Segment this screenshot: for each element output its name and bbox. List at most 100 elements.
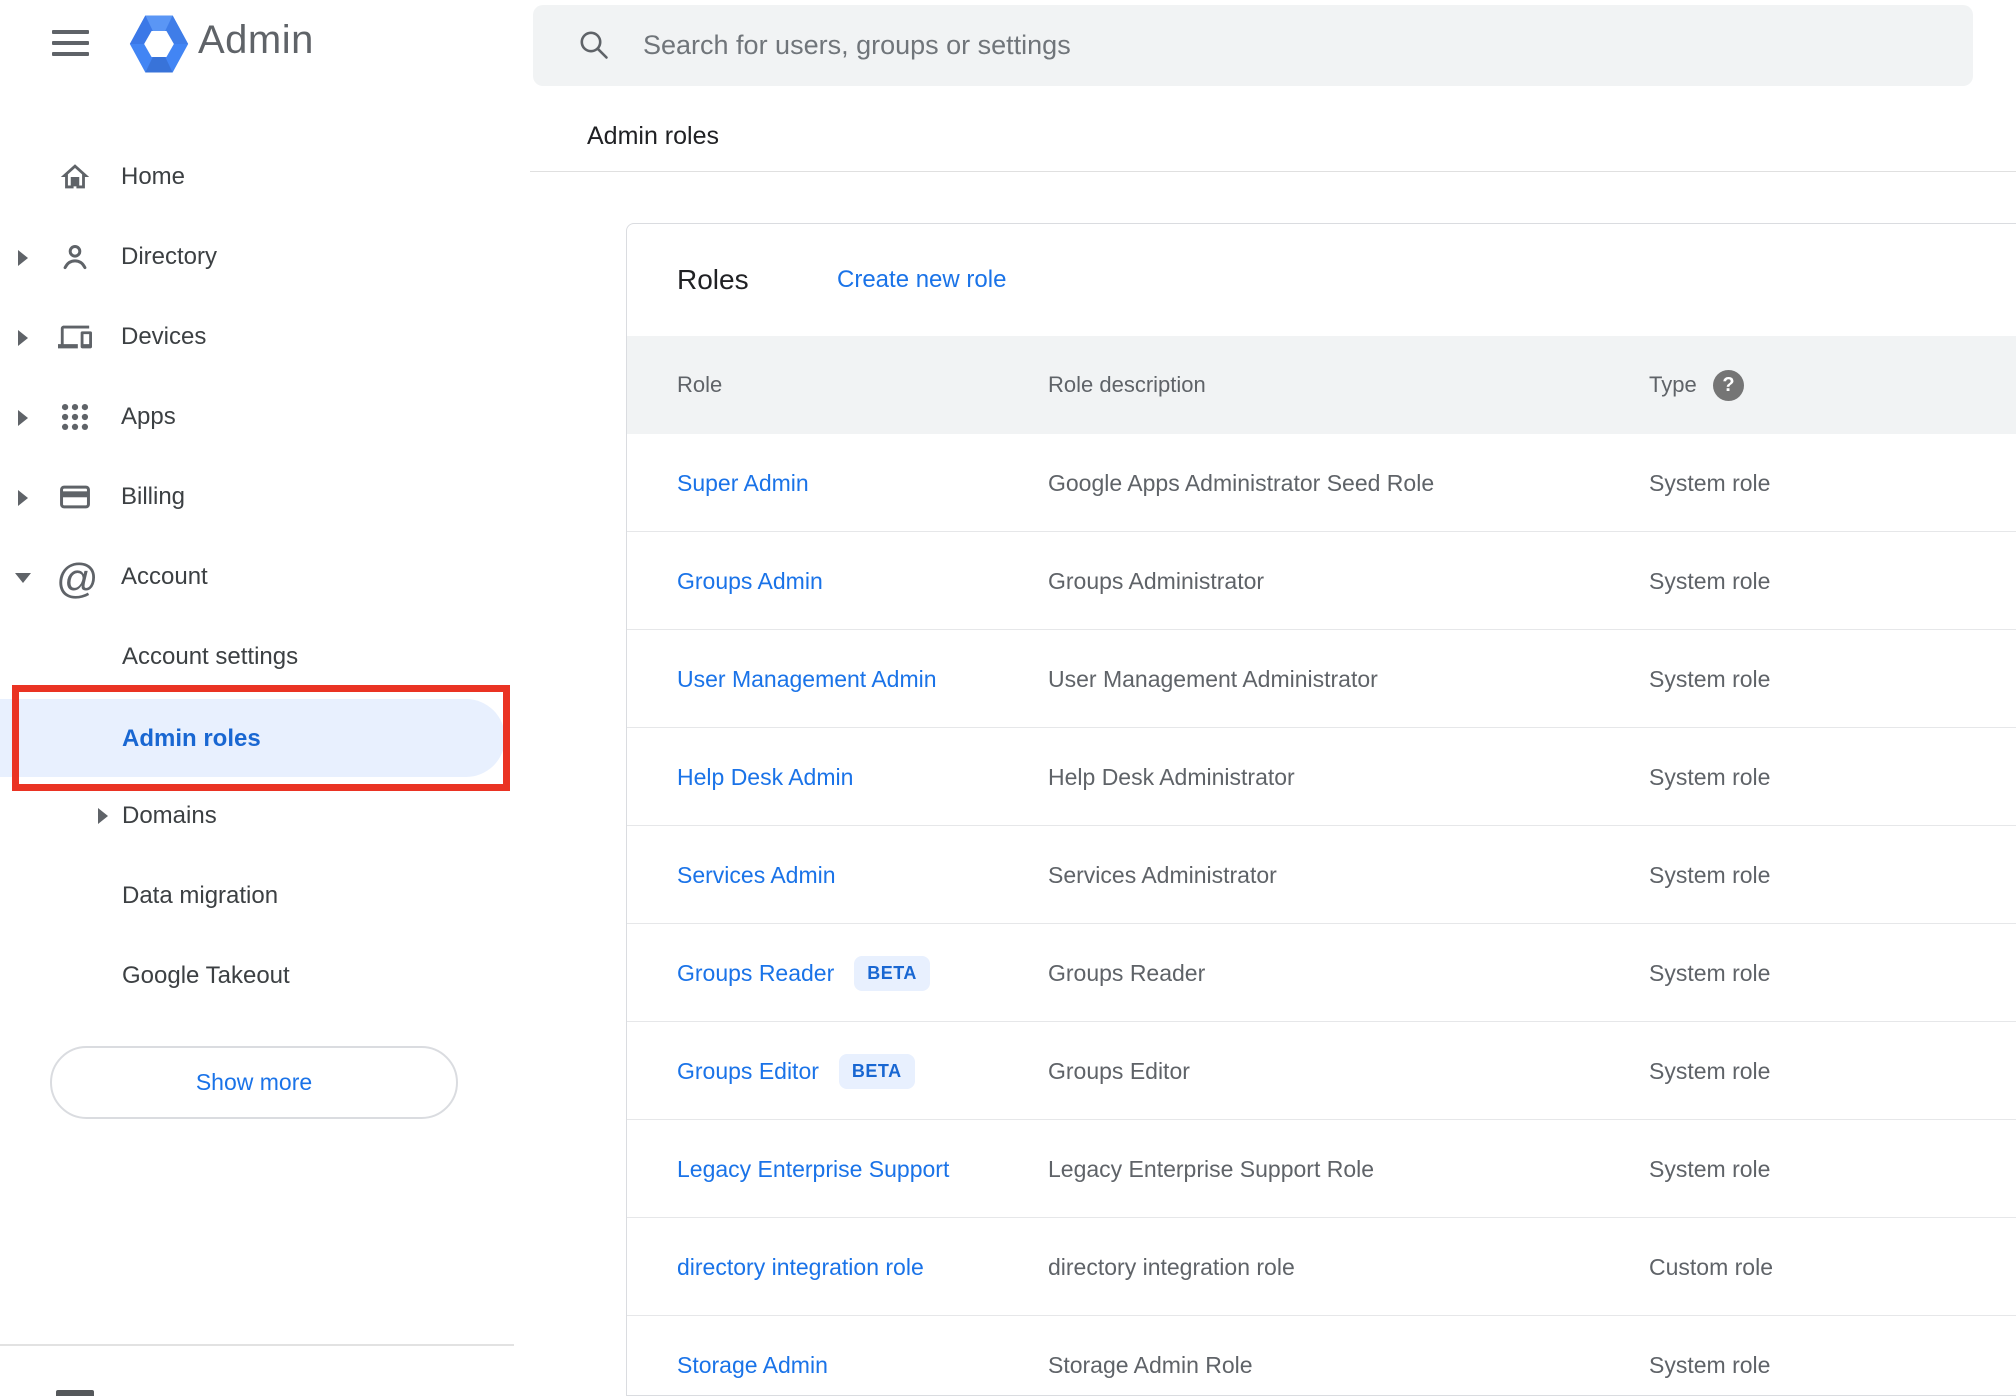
sidebar-item-domains[interactable]: Domains bbox=[0, 776, 514, 856]
sidebar-item-directory[interactable]: Directory bbox=[0, 217, 514, 297]
role-description-cell: Services Administrator bbox=[1048, 862, 1277, 888]
app-title: Admin bbox=[198, 18, 314, 62]
table-row: Help Desk Admin Help Desk Administrator … bbox=[627, 728, 2016, 826]
role-type-cell: System role bbox=[1649, 960, 1771, 986]
role-link[interactable]: User Management Admin bbox=[677, 666, 937, 693]
sidebar-item-label: Apps bbox=[121, 403, 176, 430]
chevron-right-icon[interactable] bbox=[18, 410, 28, 426]
sidebar-item-apps[interactable]: Apps bbox=[0, 377, 514, 457]
beta-badge: BETA bbox=[838, 1053, 915, 1089]
sidebar-item-data-migration[interactable]: Data migration bbox=[0, 856, 514, 936]
table-row: Super Admin Google Apps Administrator Se… bbox=[627, 434, 2016, 532]
chevron-right-icon[interactable] bbox=[18, 250, 28, 266]
chevron-down-icon[interactable] bbox=[15, 573, 31, 583]
column-header-type: Type bbox=[1649, 372, 1697, 397]
global-search-bar[interactable] bbox=[533, 5, 1973, 86]
column-header-role-description: Role description bbox=[1048, 372, 1206, 397]
role-type-cell: System role bbox=[1649, 764, 1771, 790]
table-row: Groups Reader BETA Groups Reader System … bbox=[627, 924, 2016, 1022]
billing-card-icon bbox=[58, 480, 92, 514]
role-description-cell: User Management Administrator bbox=[1048, 666, 1378, 692]
sidebar-item-label: Google Takeout bbox=[122, 962, 290, 989]
sidebar-item-label: Admin roles bbox=[122, 725, 261, 752]
roles-title: Roles bbox=[677, 264, 749, 295]
role-description-cell: Groups Reader bbox=[1048, 960, 1206, 986]
table-row: Groups Editor BETA Groups Editor System … bbox=[627, 1022, 2016, 1120]
sidebar-item-label: Account bbox=[121, 563, 208, 590]
chevron-right-icon[interactable] bbox=[18, 330, 28, 346]
role-type-cell: System role bbox=[1649, 862, 1771, 888]
home-icon bbox=[58, 160, 92, 194]
beta-badge: BETA bbox=[854, 955, 930, 991]
column-header-role: Role bbox=[677, 372, 723, 397]
search-icon bbox=[580, 31, 608, 59]
table-header-row: Role Role description Type ? bbox=[627, 336, 2016, 434]
role-cell: Storage Admin bbox=[677, 1316, 828, 1395]
role-cell: Groups Editor BETA bbox=[677, 1022, 915, 1120]
hamburger-menu-icon[interactable] bbox=[52, 30, 89, 57]
role-description-cell: Legacy Enterprise Support Role bbox=[1048, 1156, 1375, 1182]
role-link[interactable]: Super Admin bbox=[677, 470, 809, 497]
sidebar-item-label: Domains bbox=[122, 802, 217, 829]
brand-header: Admin bbox=[0, 0, 514, 88]
sidebar-item-account-settings[interactable]: Account settings bbox=[0, 617, 514, 697]
table-row: User Management Admin User Management Ad… bbox=[627, 630, 2016, 728]
role-description-cell: Groups Administrator bbox=[1048, 568, 1265, 594]
chevron-right-icon[interactable] bbox=[98, 808, 108, 824]
sidebar-item-home[interactable]: Home bbox=[0, 137, 514, 217]
role-link[interactable]: Legacy Enterprise Support bbox=[677, 1156, 949, 1183]
role-description-cell: directory integration role bbox=[1048, 1254, 1295, 1280]
role-link[interactable]: Storage Admin bbox=[677, 1352, 828, 1379]
roles-table-body: Super Admin Google Apps Administrator Se… bbox=[627, 434, 2016, 1395]
role-cell: User Management Admin bbox=[677, 630, 937, 728]
role-cell: Help Desk Admin bbox=[677, 728, 853, 826]
role-description-cell: Help Desk Administrator bbox=[1048, 764, 1295, 790]
table-row: Storage Admin Storage Admin Role System … bbox=[627, 1316, 2016, 1395]
show-more-button[interactable]: Show more bbox=[50, 1046, 458, 1119]
sidebar-item-admin-roles-active[interactable]: Admin roles bbox=[0, 699, 505, 777]
sidebar-item-google-takeout[interactable]: Google Takeout bbox=[0, 936, 514, 1016]
role-type-cell: System role bbox=[1649, 666, 1771, 692]
search-input[interactable] bbox=[643, 5, 1893, 86]
role-description-cell: Storage Admin Role bbox=[1048, 1352, 1253, 1378]
sidebar-item-account[interactable]: @ Account bbox=[0, 537, 514, 617]
role-description-cell: Google Apps Administrator Seed Role bbox=[1048, 470, 1435, 496]
role-type-cell: System role bbox=[1649, 470, 1771, 496]
role-link[interactable]: Groups Editor bbox=[677, 1058, 819, 1085]
role-link[interactable]: Groups Admin bbox=[677, 568, 823, 595]
role-link[interactable]: directory integration role bbox=[677, 1254, 924, 1281]
sidebar-item-label: Directory bbox=[121, 243, 218, 270]
role-description-cell: Groups Editor bbox=[1048, 1058, 1190, 1084]
admin-hexagon-logo bbox=[129, 15, 189, 73]
role-cell: directory integration role bbox=[677, 1218, 924, 1316]
role-cell: Legacy Enterprise Support bbox=[677, 1120, 949, 1218]
sidebar-item-label: Data migration bbox=[122, 882, 279, 909]
role-cell: Groups Reader BETA bbox=[677, 924, 930, 1022]
role-link[interactable]: Services Admin bbox=[677, 862, 836, 889]
role-cell: Super Admin bbox=[677, 434, 809, 532]
roles-card-header: Roles Create new role bbox=[627, 224, 2016, 336]
sidebar-item-label: Devices bbox=[121, 323, 207, 350]
sidebar-item-billing[interactable]: Billing bbox=[0, 457, 514, 537]
help-question-icon[interactable]: ? bbox=[1713, 370, 1744, 401]
roles-card: Roles Create new role Role Role descript… bbox=[626, 223, 2016, 1396]
sidebar-item-label: Billing bbox=[121, 483, 186, 510]
role-link[interactable]: Help Desk Admin bbox=[677, 764, 853, 791]
create-new-role-link[interactable]: Create new role bbox=[837, 224, 1006, 336]
sidebar-item-devices[interactable]: Devices bbox=[0, 297, 514, 377]
breadcrumb-page-title: Admin roles bbox=[587, 122, 719, 150]
directory-person-icon bbox=[58, 240, 92, 274]
role-type-cell: System role bbox=[1649, 568, 1771, 594]
role-type-cell: System role bbox=[1649, 1058, 1771, 1084]
chevron-right-icon[interactable] bbox=[18, 490, 28, 506]
role-cell: Groups Admin bbox=[677, 532, 823, 630]
table-row: Legacy Enterprise Support Legacy Enterpr… bbox=[627, 1120, 2016, 1218]
role-type-cell: System role bbox=[1649, 1156, 1771, 1182]
role-type-cell: Custom role bbox=[1649, 1254, 1773, 1280]
table-row: Services Admin Services Administrator Sy… bbox=[627, 826, 2016, 924]
role-link[interactable]: Groups Reader bbox=[677, 960, 834, 987]
role-cell: Services Admin bbox=[677, 826, 836, 924]
table-row: Groups Admin Groups Administrator System… bbox=[627, 532, 2016, 630]
sidebar-item-label: Home bbox=[121, 163, 186, 190]
table-row: directory integration role directory int… bbox=[627, 1218, 2016, 1316]
